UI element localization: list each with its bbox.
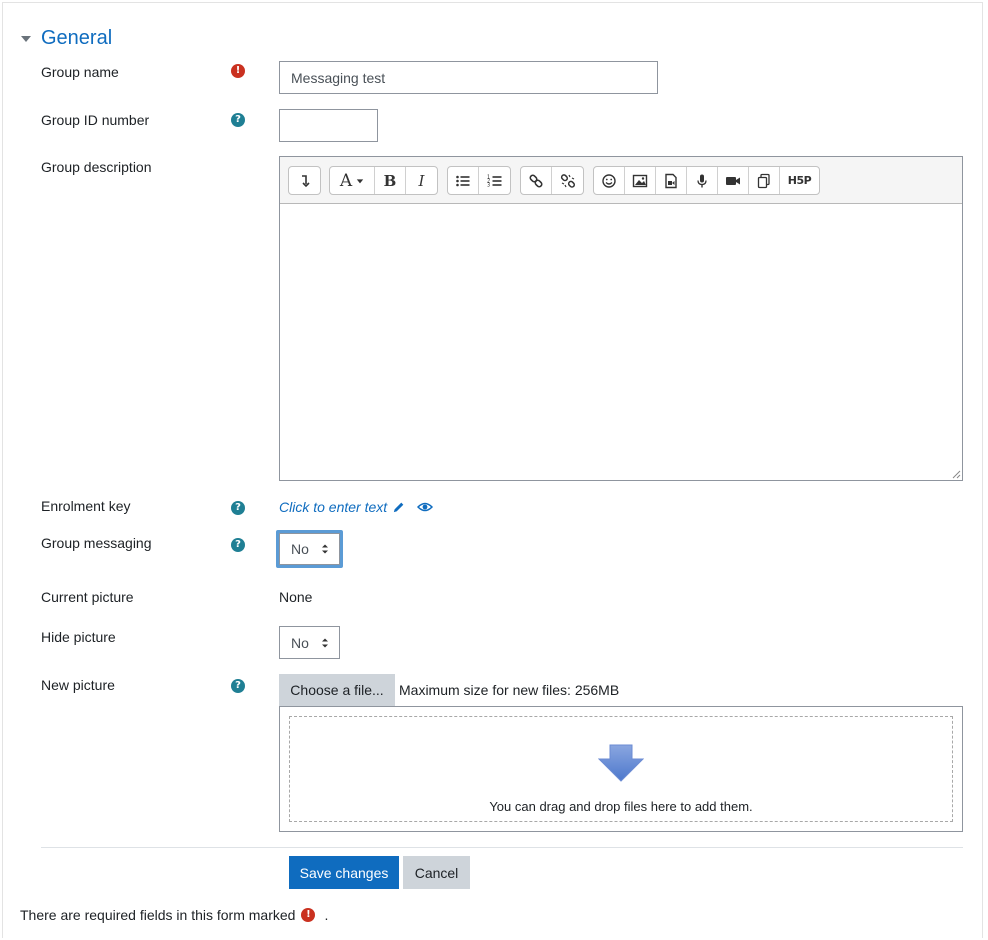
hide-picture-select[interactable]: No [279,626,340,659]
paragraph-styles-icon[interactable]: A [330,167,375,194]
record-audio-icon[interactable] [687,167,718,194]
italic-glyph: I [418,171,425,190]
toolbar-group-lists: 123 [447,166,511,195]
bold-icon[interactable]: B [375,167,406,194]
paragraph-glyph: A [339,170,353,191]
pencil-icon[interactable] [392,501,405,514]
help-icon[interactable]: ? [231,501,245,515]
svg-text:3: 3 [487,182,490,188]
help-icon[interactable]: ? [231,679,245,693]
group-messaging-value: No [291,541,309,557]
manage-files-icon[interactable] [749,167,780,194]
record-video-icon[interactable] [718,167,749,194]
new-picture-label: New picture [41,677,115,693]
save-changes-button[interactable]: Save changes [289,856,399,889]
h5p-glyph: H5P [787,174,812,187]
enrolment-key-label: Enrolment key [41,498,131,514]
download-arrow-icon [598,744,644,782]
drop-hint-text: You can drag and drop files here to add … [489,799,753,814]
choose-file-button[interactable]: Choose a file... [279,674,395,706]
required-icon: ! [301,908,316,922]
file-dropzone[interactable]: You can drag and drop files here to add … [289,716,953,822]
form-divider [41,847,963,848]
cancel-button[interactable]: Cancel [403,856,470,889]
group-name-label: Group name [41,64,119,80]
editor-content-area[interactable] [280,205,962,480]
editor-toolbar: A B I 123 H5P [280,157,962,204]
required-fields-note: There are required fields in this form m… [20,907,328,923]
group-id-label: Group ID number [41,112,150,128]
current-picture-label: Current picture [41,589,134,605]
collapse-icon[interactable] [289,167,320,194]
media-icon[interactable] [656,167,687,194]
group-messaging-select[interactable]: No [279,533,340,565]
required-note-text: There are required fields in this form m… [20,907,296,923]
current-picture-value: None [279,589,313,605]
help-icon[interactable]: ? [231,113,245,127]
section-title[interactable]: General [41,27,112,50]
group-name-input[interactable] [279,61,658,94]
select-arrows-icon [322,544,328,554]
toolbar-group-text: A B I [329,166,438,195]
group-messaging-label: Group messaging [41,535,152,551]
required-note-suffix: . [324,907,329,923]
unordered-list-icon[interactable] [448,167,479,194]
max-size-text: Maximum size for new files: 256MB [399,682,620,698]
emoji-icon[interactable] [594,167,625,194]
hide-picture-value: No [291,634,309,651]
toolbar-group-collapse [288,166,321,195]
file-manager: You can drag and drop files here to add … [279,706,963,832]
link-icon[interactable] [521,167,552,194]
help-icon[interactable]: ? [231,538,245,552]
required-icon: ! [231,64,245,78]
unlink-icon[interactable] [552,167,583,194]
eye-icon[interactable] [417,501,434,513]
click-to-enter-text-link[interactable]: Click to enter text [279,499,387,515]
italic-icon[interactable]: I [406,167,437,194]
group-id-input[interactable] [279,109,378,142]
description-editor: A B I 123 H5P [279,156,963,481]
bold-glyph: B [383,171,397,190]
enrolment-key-editable[interactable]: Click to enter text [279,499,434,515]
select-arrows-icon [322,638,328,647]
ordered-list-icon[interactable]: 123 [479,167,510,194]
chevron-down-icon[interactable] [20,33,32,45]
group-description-label: Group description [41,159,152,175]
h5p-icon[interactable]: H5P [780,167,819,194]
image-icon[interactable] [625,167,656,194]
toolbar-group-links [520,166,584,195]
toolbar-group-insert: H5P [593,166,820,195]
resize-grip-icon[interactable] [951,469,961,479]
hide-picture-label: Hide picture [41,629,116,645]
